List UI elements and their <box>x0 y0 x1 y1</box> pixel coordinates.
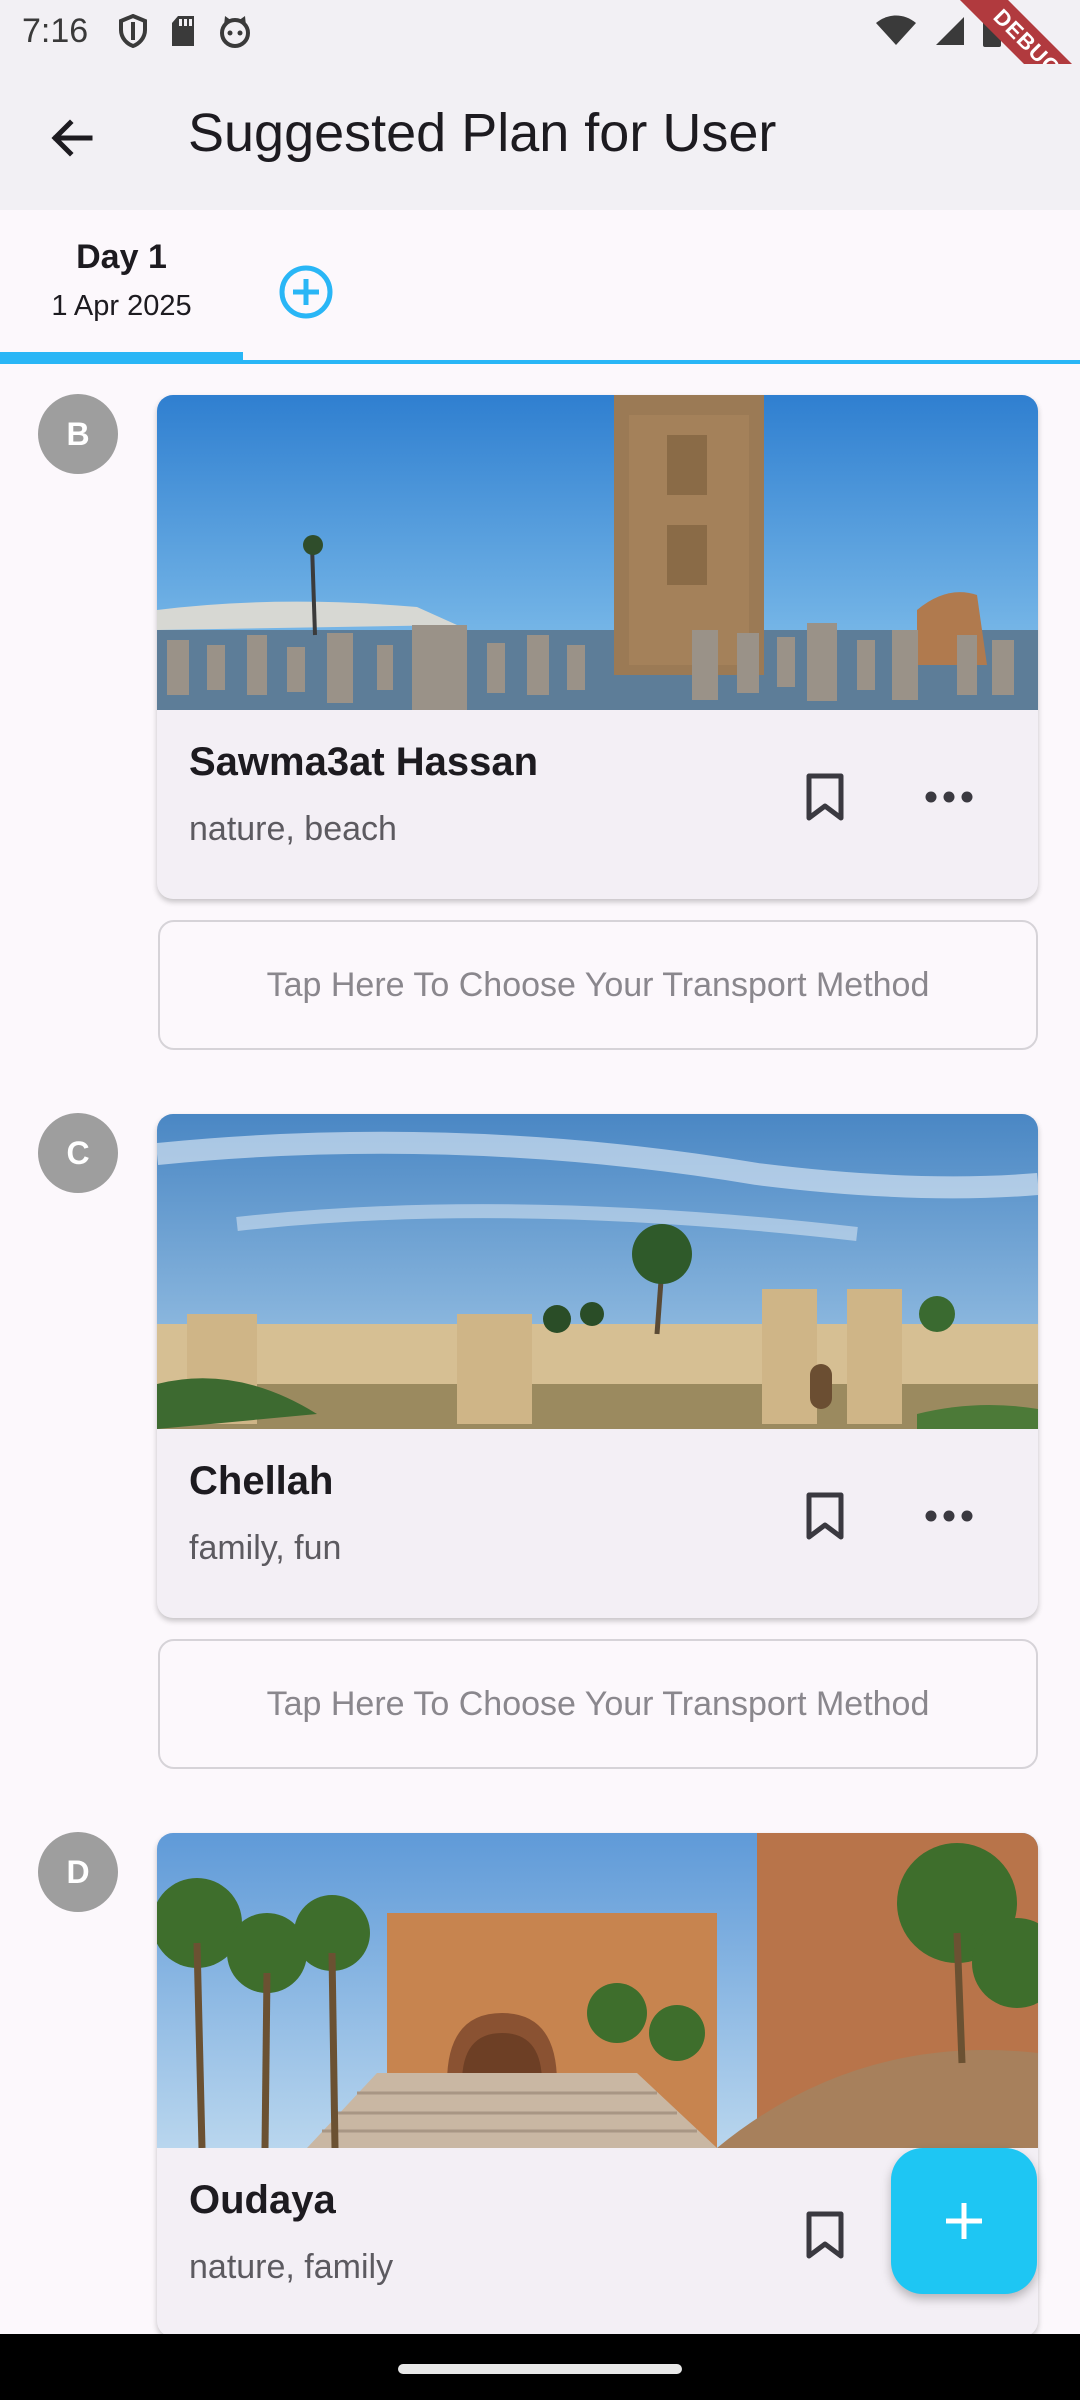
wifi-icon <box>876 15 916 45</box>
bookmark-icon <box>806 2211 844 2259</box>
bookmark-button[interactable] <box>785 2195 865 2275</box>
more-options-button[interactable] <box>909 1476 989 1556</box>
transport-method-selector[interactable]: Tap Here To Choose Your Transport Method <box>158 1639 1038 1769</box>
place-title: Chellah <box>189 1459 334 1503</box>
status-bar: 7:16 DEBUG <box>0 0 1080 137</box>
place-tags: family, fun <box>189 1529 342 1567</box>
tab-bar: Day 1 1 Apr 2025 <box>0 210 1080 368</box>
bookmark-button[interactable] <box>785 1476 865 1556</box>
add-circle-icon <box>279 265 333 319</box>
more-horiz-icon <box>925 1510 973 1522</box>
tab-day-1[interactable]: Day 1 1 Apr 2025 <box>0 210 243 362</box>
place-tags: nature, beach <box>189 810 397 848</box>
arrow-back-icon <box>51 119 93 157</box>
bookmark-icon <box>806 1492 844 1540</box>
stop-badge: D <box>38 1832 118 1912</box>
place-title: Sawma3at Hassan <box>189 740 539 784</box>
tab-day-title: Day 1 <box>76 238 167 276</box>
plus-icon <box>946 2203 982 2239</box>
chellah-walls-photo <box>157 1114 1038 1429</box>
tab-divider <box>0 360 1080 364</box>
status-icons-left <box>118 13 250 49</box>
more-horiz-icon <box>925 791 973 803</box>
tab-day-date: 1 Apr 2025 <box>51 290 192 322</box>
transport-method-selector[interactable]: Tap Here To Choose Your Transport Method <box>158 920 1038 1050</box>
place-tags: nature, family <box>189 2248 394 2286</box>
sd-card-icon <box>168 14 198 48</box>
bookmark-button[interactable] <box>785 757 865 837</box>
add-day-button[interactable] <box>268 254 344 330</box>
place-card[interactable]: Sawma3at Hassan nature, beach <box>157 395 1038 899</box>
hassan-tower-photo <box>157 395 1038 710</box>
screen: 7:16 DEBUG Suggested Plan for User Day 1… <box>0 0 1080 2400</box>
system-nav-bar <box>0 2334 1080 2400</box>
more-options-button[interactable] <box>909 757 989 837</box>
stop-badge: C <box>38 1113 118 1193</box>
bookmark-icon <box>806 773 844 821</box>
add-stop-fab[interactable] <box>891 2148 1037 2294</box>
shield-icon <box>118 13 148 49</box>
back-button[interactable] <box>28 98 116 178</box>
cat-face-icon <box>218 14 250 48</box>
status-time: 7:16 <box>22 12 89 50</box>
home-gesture-handle[interactable] <box>398 2364 682 2374</box>
place-title: Oudaya <box>189 2178 336 2222</box>
app-bar: Suggested Plan for User <box>0 64 1080 210</box>
stop-badge: B <box>38 394 118 474</box>
page-title: Suggested Plan for User <box>188 103 777 163</box>
oudaya-gate-photo <box>157 1833 1038 2148</box>
signal-icon <box>936 17 964 45</box>
place-card[interactable]: Chellah family, fun <box>157 1114 1038 1618</box>
